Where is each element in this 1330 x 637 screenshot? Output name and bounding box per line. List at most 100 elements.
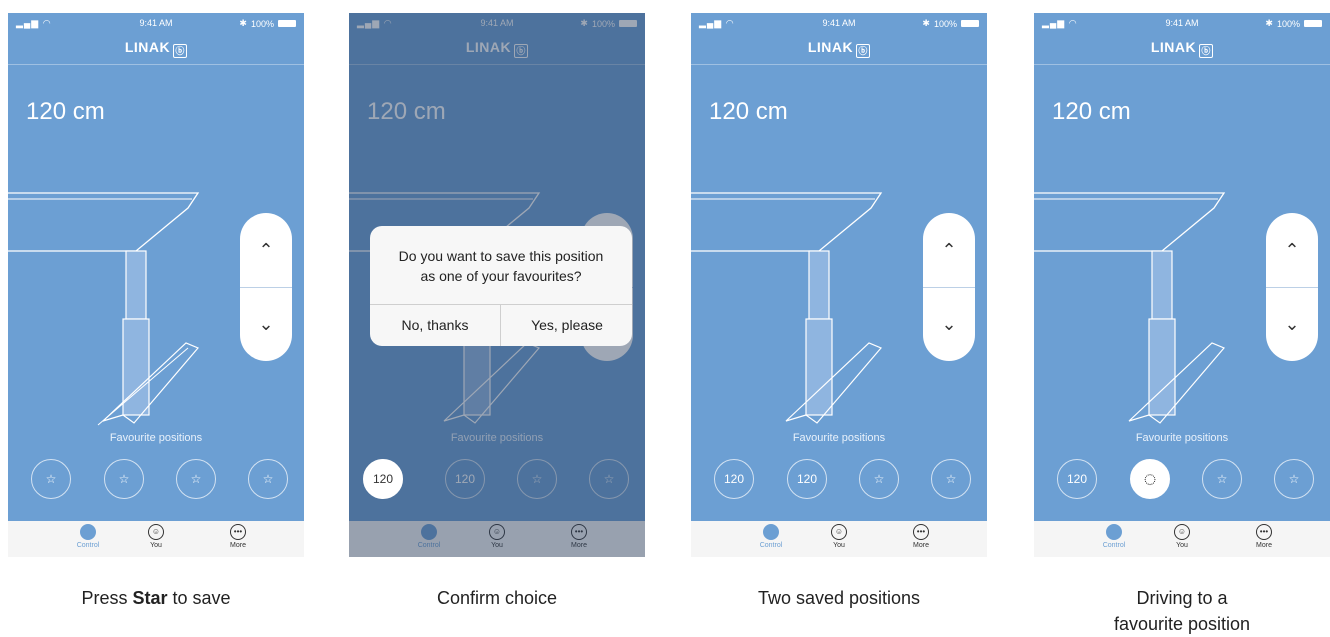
favourites-label: Favourite positions xyxy=(1135,432,1229,444)
up-button[interactable]: ⌃ xyxy=(1266,213,1318,287)
battery-icon xyxy=(1304,20,1322,27)
more-icon: ••• xyxy=(230,524,246,540)
favourite-slot[interactable]: 120 xyxy=(1057,459,1097,499)
user-icon: ☺ xyxy=(831,524,847,540)
favourite-positions: 120 ◌ ☆ ☆ xyxy=(1034,459,1330,503)
favourite-slot[interactable]: 120 xyxy=(714,459,754,499)
chevron-down-icon: ⌄ xyxy=(941,313,957,334)
caption-1: Press Star to save xyxy=(81,588,231,608)
desk-illustration-icon xyxy=(1034,192,1226,424)
no-thanks-button[interactable]: No, thanks xyxy=(370,304,500,346)
favourites-label: Favourite positions xyxy=(792,432,886,444)
desk-height: 120 cm xyxy=(1052,98,1131,125)
tab-bar: Control ☺ You ••• More xyxy=(1034,521,1330,557)
favourite-slot-star[interactable]: ☆ xyxy=(859,459,899,499)
loading-spinner-icon: ◌ xyxy=(1143,466,1157,491)
favourite-slot-driving[interactable]: ◌ xyxy=(1130,459,1170,499)
chevron-up-icon: ⌃ xyxy=(258,239,274,260)
favourite-slot-star[interactable]: ☆ xyxy=(176,459,216,499)
down-button[interactable]: ⌄ xyxy=(923,287,975,361)
linak-logo-icon: ⓑ xyxy=(1199,44,1214,58)
status-bar: ▂▄▆ ◠ 9:41 AM ✱ 100% xyxy=(8,13,304,33)
bluetooth-icon: ✱ xyxy=(1265,18,1273,28)
battery-label: 100% xyxy=(933,18,957,29)
phone-screen-4: ▂▄▆ ◠ 9:41 AM ✱ 100% LINAK ⓑ 120 cm ⌃ ⌄ Fa… xyxy=(1034,13,1330,557)
tab-you[interactable]: ☺ You xyxy=(136,524,176,549)
star-icon: ☆ xyxy=(190,472,202,486)
favourite-slot-star[interactable]: ☆ xyxy=(931,459,971,499)
desk-illustration-icon xyxy=(691,192,883,424)
tab-control[interactable]: Control xyxy=(68,524,108,549)
linak-logo-icon: ⓑ xyxy=(856,44,871,58)
phone-screen-1: ▂▄▆ ◠ 9:41 AM ✱ 100% LINAK ⓑ 120 cm ⌃ ⌄ Fa… xyxy=(8,13,304,557)
star-icon: ☆ xyxy=(873,472,885,486)
status-bar: ▂▄▆ ◠ 9:41 AM ✱ 100% xyxy=(1034,13,1330,33)
tab-bar: Control ☺ You ••• More xyxy=(691,521,987,557)
tab-bar: Control ☺ You ••• More xyxy=(8,521,304,557)
star-icon: ☆ xyxy=(945,472,957,486)
tab-more[interactable]: ••• More xyxy=(218,524,258,549)
phone-screen-2: ▂▄▆ ◠ 9:41 AM ✱100% LINAKⓑ 120 cm ⌃ ⌄ Fa… xyxy=(349,13,645,557)
battery-label: 100% xyxy=(250,18,274,29)
tab-more[interactable]: ••• More xyxy=(1244,524,1284,549)
chevron-up-icon: ⌃ xyxy=(1284,239,1300,260)
save-favourite-dialog: Do you want to save this position as one … xyxy=(370,226,632,346)
favourite-slot-star[interactable]: ☆ xyxy=(1202,459,1242,499)
brand-logo: LINAK ⓑ xyxy=(691,39,987,58)
chevron-up-icon: ⌃ xyxy=(941,239,957,260)
brand-logo: LINAK ⓑ xyxy=(1034,39,1330,58)
favourite-slot-star[interactable]: ☆ xyxy=(31,459,71,499)
tab-you[interactable]: ☺ You xyxy=(1162,524,1202,549)
control-icon xyxy=(763,524,779,540)
favourites-label: Favourite positions xyxy=(109,432,203,444)
star-icon: ☆ xyxy=(1288,472,1300,486)
tab-control[interactable]: Control xyxy=(1094,524,1134,549)
control-icon xyxy=(1106,524,1122,540)
caption-4: Driving to a favourite position xyxy=(1113,588,1251,634)
header-divider xyxy=(8,64,304,65)
control-icon xyxy=(80,524,96,540)
yes-please-button[interactable]: Yes, please xyxy=(502,304,632,346)
user-icon: ☺ xyxy=(148,524,164,540)
bluetooth-icon: ✱ xyxy=(239,18,247,28)
favourite-slot[interactable]: 120 xyxy=(787,459,827,499)
favourite-slot-selected[interactable]: 120 xyxy=(363,459,403,499)
desk-height: 120 cm xyxy=(26,98,105,125)
down-button[interactable]: ⌄ xyxy=(1266,287,1318,361)
desk-height: 120 cm xyxy=(709,98,788,125)
down-button[interactable]: ⌄ xyxy=(240,287,292,361)
battery-icon xyxy=(278,20,296,27)
star-icon: ☆ xyxy=(45,472,57,486)
tab-more[interactable]: ••• More xyxy=(901,524,941,549)
favourite-positions: 120 120 ☆ ☆ xyxy=(691,459,987,503)
dialog-message: Do you want to save this position as one … xyxy=(398,248,604,284)
linak-logo-icon: ⓑ xyxy=(173,44,188,58)
caption-2: Confirm choice xyxy=(436,588,558,608)
header-divider xyxy=(1034,64,1330,65)
tab-you[interactable]: ☺ You xyxy=(819,524,859,549)
bluetooth-icon: ✱ xyxy=(922,18,930,28)
up-button[interactable]: ⌃ xyxy=(923,213,975,287)
favourite-slot-star[interactable]: ☆ xyxy=(104,459,144,499)
star-icon: ☆ xyxy=(262,472,274,486)
more-icon: ••• xyxy=(913,524,929,540)
header-divider xyxy=(691,64,987,65)
star-icon: ☆ xyxy=(1216,472,1228,486)
favourite-slot-star[interactable]: ☆ xyxy=(248,459,288,499)
tab-control[interactable]: Control xyxy=(751,524,791,549)
chevron-down-icon: ⌄ xyxy=(258,313,274,334)
favourite-positions: ☆ ☆ ☆ ☆ xyxy=(8,459,304,503)
up-down-control: ⌃ ⌄ xyxy=(1266,213,1318,361)
brand-logo: LINAK ⓑ xyxy=(8,39,304,58)
chevron-down-icon: ⌄ xyxy=(1284,313,1300,334)
star-icon: ☆ xyxy=(118,472,130,486)
user-icon: ☺ xyxy=(1174,524,1190,540)
phone-screen-3: ▂▄▆ ◠ 9:41 AM ✱ 100% LINAK ⓑ 120 cm ⌃ ⌄ Fa… xyxy=(691,13,987,557)
caption-3: Two saved positions xyxy=(757,588,921,608)
up-down-control: ⌃ ⌄ xyxy=(240,213,292,361)
favourite-slot-star[interactable]: ☆ xyxy=(1274,459,1314,499)
desk-illustration-icon xyxy=(8,192,200,426)
more-icon: ••• xyxy=(1256,524,1272,540)
battery-label: 100% xyxy=(1276,18,1300,29)
up-button[interactable]: ⌃ xyxy=(240,213,292,287)
